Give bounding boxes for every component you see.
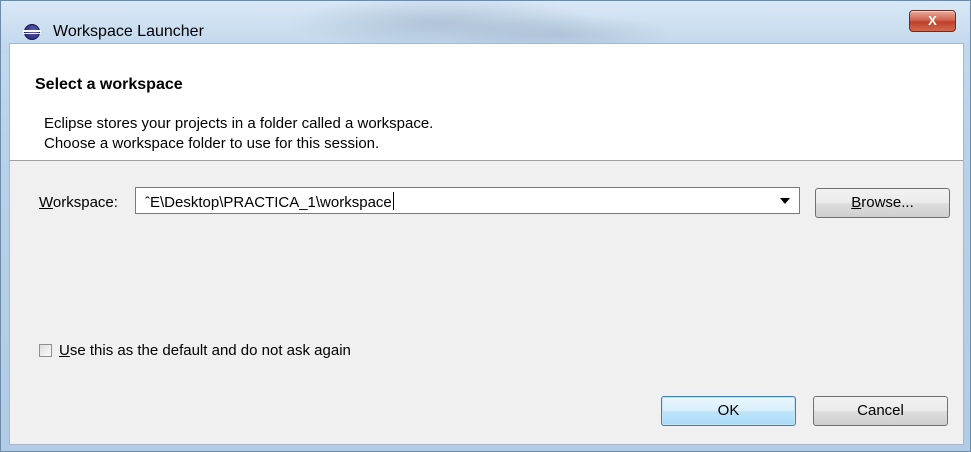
workspace-label: Workspace: [39,194,118,211]
cancel-button[interactable]: Cancel [813,396,948,426]
banner-message: Eclipse stores your projects in a folder… [44,114,433,154]
eclipse-icon [23,24,41,40]
default-checkbox-label[interactable]: Use this as the default and do not ask a… [59,342,351,359]
banner-message-line1: Eclipse stores your projects in a folder… [44,115,434,132]
workspace-launcher-window: Workspace Launcher X Select a workspace … [0,0,971,452]
browse-button[interactable]: Browse... [815,188,950,218]
browse-mnemonic: B [851,194,862,211]
workspace-label-text: orkspace: [52,194,118,211]
workspace-label-mnemonic: W [39,194,53,211]
default-checkbox-mnemonic: U [59,342,70,359]
window-title: Workspace Launcher [53,23,204,40]
close-button[interactable]: X [909,10,956,32]
default-checkbox-text: se this as the default and do not ask ag… [69,342,351,359]
workspace-path-input[interactable]: ˆE\Desktop\PRACTICA_1\workspace [145,192,394,211]
dropdown-arrow-icon[interactable] [780,198,790,204]
banner-title: Select a workspace [35,76,183,93]
browse-label: rowse... [861,194,914,211]
workspace-combo[interactable]: ˆE\Desktop\PRACTICA_1\workspace [135,187,800,214]
default-checkbox[interactable] [39,344,52,357]
ok-button[interactable]: OK [661,396,796,426]
dialog-client-area: Select a workspace Eclipse stores your p… [9,43,964,445]
header-banner: Select a workspace Eclipse stores your p… [10,44,963,161]
banner-message-line2: Choose a workspace folder to use for thi… [44,135,380,152]
text-caret [392,192,394,210]
